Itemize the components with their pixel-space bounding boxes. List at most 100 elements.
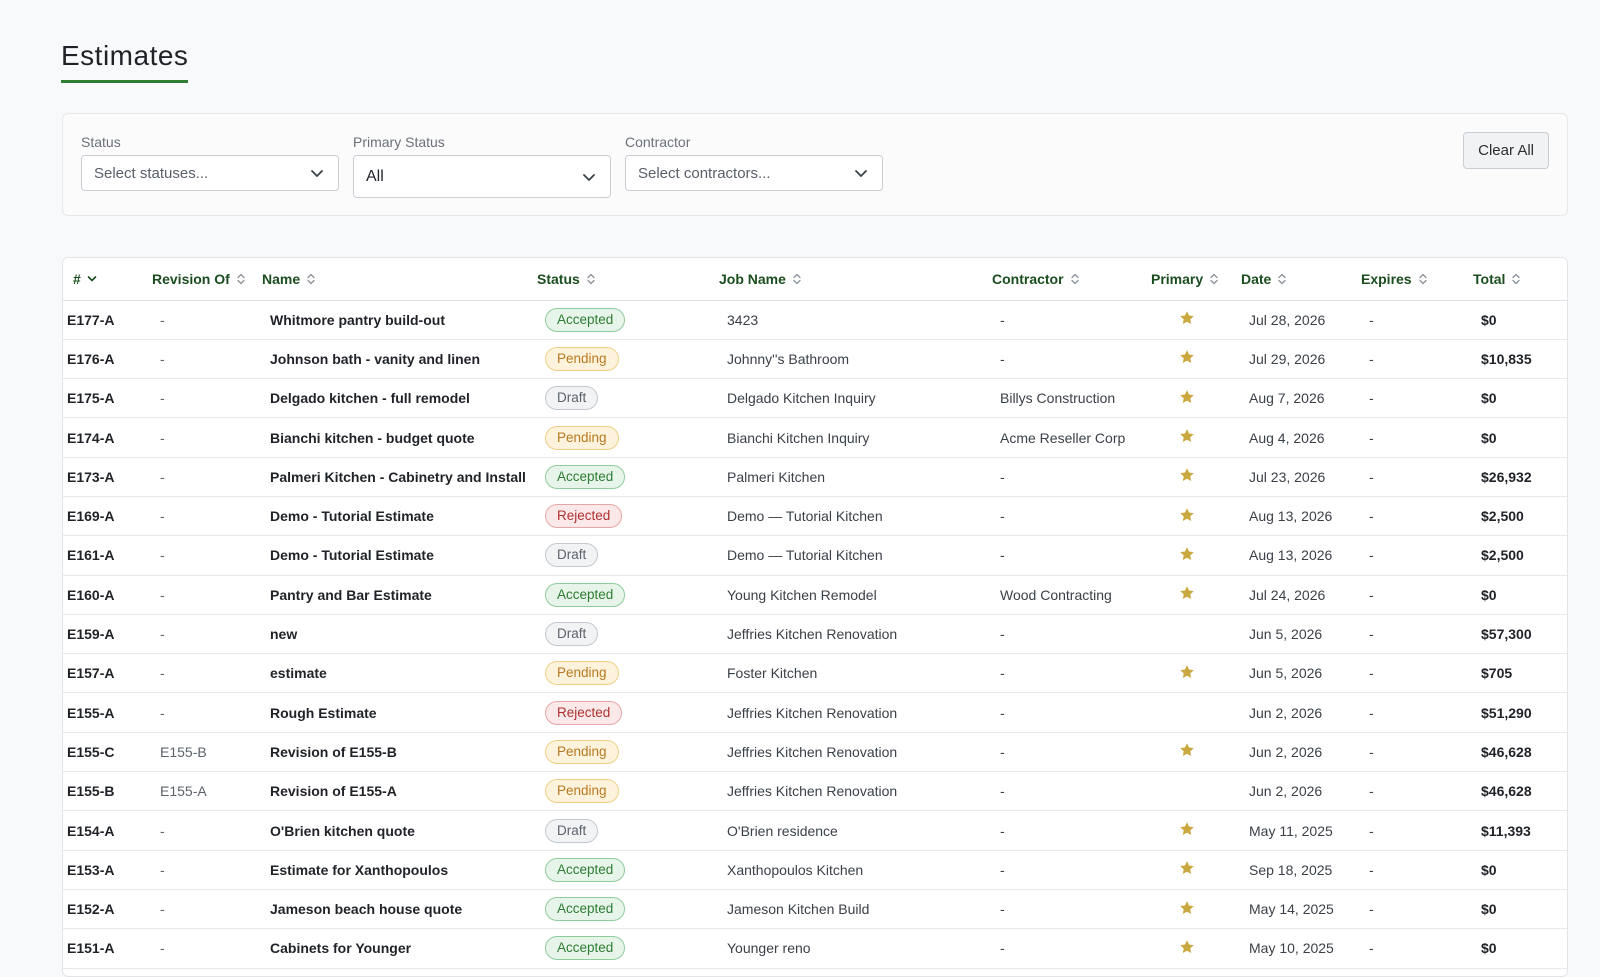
cell-contractor: -: [980, 928, 1139, 969]
sort-icon[interactable]: [1070, 272, 1080, 286]
cell-primary: [1139, 732, 1231, 773]
cell-date: Aug 13, 2026: [1231, 496, 1351, 537]
cell-status: Rejected: [527, 692, 709, 733]
cell-date: Aug 13, 2026: [1231, 535, 1351, 576]
status-badge: Draft: [545, 543, 599, 568]
cell-total: $46,628: [1463, 732, 1567, 773]
column-header-contractor[interactable]: Contractor: [980, 258, 1139, 301]
cell-date: Aug 4, 2026: [1231, 417, 1351, 458]
table-row[interactable]: E174-A - Bianchi kitchen - budget quote Pen…: [63, 417, 1567, 458]
table-row[interactable]: E154-A - O'Brien kitchen quote Draft O'Brien…: [63, 810, 1567, 851]
cell-status: Draft: [527, 378, 709, 419]
column-header-total[interactable]: Total: [1463, 258, 1567, 301]
cell-contractor: -: [980, 732, 1139, 773]
table-row[interactable]: E155-B E155-A Revision of E155-A Pending Jef…: [63, 771, 1567, 812]
cell-job-name: 3423: [709, 300, 980, 340]
cell-total: $0: [1463, 300, 1567, 340]
status-badge: Accepted: [545, 307, 626, 332]
cell-estimate-id: E154-A: [63, 810, 142, 851]
cell-expires: -: [1351, 575, 1463, 615]
column-header-inner: Contractor: [992, 271, 1080, 287]
chevron-down-icon: [583, 173, 595, 181]
table-row[interactable]: E161-A - Demo - Tutorial Estimate Draft Demo…: [63, 535, 1567, 576]
column-header-label: Status: [537, 270, 580, 287]
table-row[interactable]: E160-A - Pantry and Bar Estimate Accepted Yo…: [63, 575, 1567, 615]
chevron-down-icon: [311, 170, 323, 177]
sort-icon[interactable]: [236, 272, 246, 286]
cell-estimate-id: E169-A: [63, 496, 142, 537]
cell-total: $26,932: [1463, 457, 1567, 497]
cell-total: $0: [1463, 378, 1567, 419]
table-row[interactable]: E173-A - Palmeri Kitchen - Cabinetry and I…: [63, 457, 1567, 497]
sort-descending-icon[interactable]: [87, 272, 97, 286]
table-row[interactable]: E175-A - Delgado kitchen - full remodel Dra…: [63, 378, 1567, 419]
table-row[interactable]: E177-A - Whitmore pantry build-out Accepted…: [63, 300, 1567, 340]
cell-revision-of: -: [142, 535, 252, 576]
primary-status-select[interactable]: All: [353, 155, 611, 198]
status-badge: Draft: [545, 818, 599, 843]
cell-total: $0: [1463, 928, 1567, 969]
status-badge: Rejected: [545, 504, 623, 529]
column-header-id[interactable]: #: [63, 258, 142, 301]
clear-all-button[interactable]: Clear All: [1463, 132, 1549, 169]
column-header-date[interactable]: Date: [1231, 258, 1351, 301]
contractor-filter-label: Contractor: [625, 134, 691, 150]
table-row[interactable]: E176-A - Johnson bath - vanity and linen Pe…: [63, 339, 1567, 380]
table-row[interactable]: E155-A - Rough Estimate Rejected Jeffries Ki…: [63, 692, 1567, 733]
sort-icon[interactable]: [792, 272, 802, 286]
star-icon: [1180, 507, 1194, 521]
sort-icon[interactable]: [1209, 272, 1219, 286]
cell-primary: [1139, 614, 1231, 655]
cell-revision-of: -: [142, 928, 252, 969]
estimates-table: # Revision Of Name Status Job Name Contractor…: [62, 257, 1568, 977]
cell-contractor: -: [980, 692, 1139, 733]
star-icon: [1180, 861, 1194, 875]
status-badge: Draft: [545, 386, 599, 411]
status-select[interactable]: Select statuses...: [81, 155, 339, 191]
cell-total: $51,290: [1463, 692, 1567, 733]
cell-estimate-name: Revision of E155-B: [252, 732, 527, 773]
sort-icon[interactable]: [1277, 272, 1287, 286]
sort-icon[interactable]: [1511, 272, 1521, 286]
table-row[interactable]: E155-C E155-B Revision of E155-B Pending Jef…: [63, 732, 1567, 773]
cell-primary: [1139, 928, 1231, 969]
cell-expires: -: [1351, 889, 1463, 930]
cell-estimate-name: Jameson beach house quote: [252, 889, 527, 930]
table-row[interactable]: E151-A - Cabinets for Younger Accepted Young…: [63, 928, 1567, 969]
cell-estimate-id: E176-A: [63, 339, 142, 380]
cell-estimate-name: Revision of E155-A: [252, 771, 527, 812]
cell-expires: -: [1351, 300, 1463, 340]
table-row[interactable]: E159-A - new Draft Jeffries Kitchen Renovati…: [63, 614, 1567, 655]
cell-status: Pending: [527, 653, 709, 694]
cell-status: Draft: [527, 535, 709, 576]
column-header-job-name[interactable]: Job Name: [709, 258, 980, 301]
table-row[interactable]: E152-A - Jameson beach house quote Accepted…: [63, 889, 1567, 930]
cell-estimate-id: E153-A: [63, 850, 142, 890]
sort-icon[interactable]: [306, 272, 316, 286]
cell-estimate-id: E161-A: [63, 535, 142, 576]
cell-contractor: Wood Contracting: [980, 575, 1139, 615]
primary-status-select-value: All: [366, 167, 384, 185]
table-row[interactable]: E169-A - Demo - Tutorial Estimate Rejected D…: [63, 496, 1567, 537]
cell-contractor: Acme Reseller Corp: [980, 417, 1139, 458]
column-header-status[interactable]: Status: [527, 258, 709, 301]
column-header-revision-of[interactable]: Revision Of: [142, 258, 252, 301]
column-header-primary[interactable]: Primary: [1139, 258, 1231, 301]
cell-estimate-name: estimate: [252, 653, 527, 694]
column-header-name[interactable]: Name: [252, 258, 527, 301]
cell-date: Sep 18, 2025: [1231, 850, 1351, 890]
cell-revision-of: -: [142, 417, 252, 458]
column-header-label: Revision Of: [152, 270, 230, 287]
sort-icon[interactable]: [586, 272, 596, 286]
column-header-inner: Expires: [1361, 271, 1428, 287]
column-header-expires[interactable]: Expires: [1351, 258, 1463, 301]
cell-estimate-id: E157-A: [63, 653, 142, 694]
contractor-select[interactable]: Select contractors...: [625, 155, 883, 191]
sort-icon[interactable]: [1418, 272, 1428, 286]
status-select-placeholder: Select statuses...: [94, 164, 209, 182]
column-header-inner: Name: [262, 271, 316, 287]
table-row[interactable]: E153-A - Estimate for Xanthopoulos Accepted…: [63, 850, 1567, 890]
table-row[interactable]: E157-A - estimate Pending Foster Kitchen - Jun…: [63, 653, 1567, 694]
cell-contractor: -: [980, 653, 1139, 694]
star-icon: [1180, 350, 1194, 364]
